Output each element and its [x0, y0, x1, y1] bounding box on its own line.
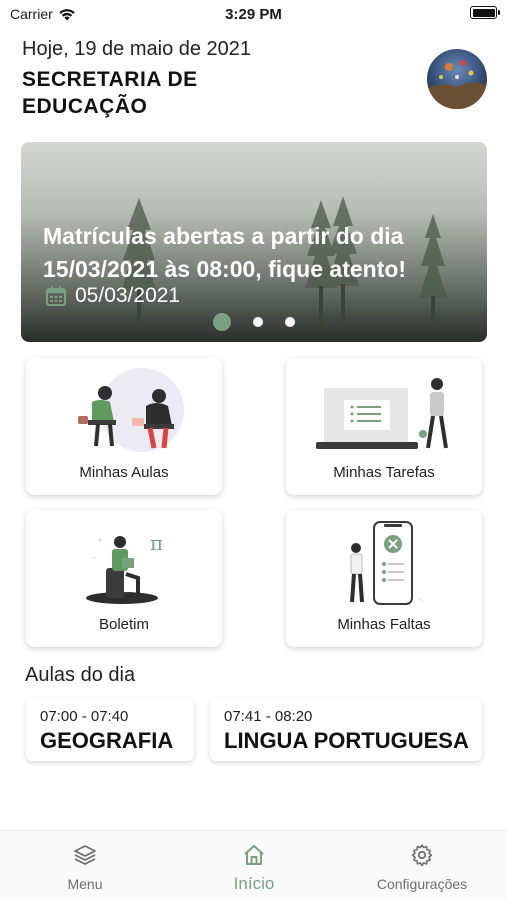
lesson-time: 07:41 - 08:20 [224, 708, 313, 725]
tab-configuracoes[interactable]: Configurações [362, 843, 482, 892]
tab-inicio[interactable]: Início [194, 843, 314, 894]
phone-check-illustration [286, 518, 482, 610]
card-minhas-tarefas[interactable]: Minhas Tarefas [286, 358, 482, 495]
avatar[interactable] [427, 49, 487, 109]
card-label: Boletim [98, 616, 150, 633]
carousel-dot-2[interactable] [253, 317, 263, 327]
lesson-subject: LINGUA PORTUGUESA [224, 728, 469, 753]
status-bar: Carrier 3:29 PM [0, 0, 507, 28]
laptop-tasks-illustration [286, 366, 482, 458]
gear-icon [411, 844, 433, 867]
card-minhas-aulas[interactable]: Minhas Aulas [26, 358, 222, 495]
lesson-subject: GEOGRAFIA [40, 728, 174, 753]
home-icon [244, 845, 264, 865]
banner-headline: Matrículas abertas a partir do dia 15/03… [43, 223, 407, 282]
tab-menu[interactable]: Menu [25, 843, 145, 892]
news-banner[interactable]: Matrículas abertas a partir do dia 15/03… [21, 142, 487, 342]
balloons-photo-icon [427, 60, 487, 109]
carousel-dot-3[interactable] [285, 317, 295, 327]
lesson-card[interactable]: 07:41 - 08:20 LINGUA PORTUGUESA [210, 698, 482, 761]
calendar-icon [46, 286, 66, 306]
page-title: SECRETARIA DE EDUCAÇÃO [22, 68, 198, 118]
reading-pi-illustration: π [26, 518, 222, 610]
lesson-time: 07:00 - 07:40 [40, 708, 129, 725]
status-time: 3:29 PM [225, 6, 282, 23]
header-date: Hoje, 19 de maio de 2021 [22, 38, 252, 60]
banner-date-label: 05/03/2021 [75, 284, 181, 307]
students-illustration [26, 366, 222, 458]
tab-label: Configurações [376, 876, 468, 892]
card-boletim[interactable]: π Boletim [26, 510, 222, 647]
lesson-card[interactable]: 07:00 - 07:40 GEOGRAFIA [26, 698, 194, 761]
battery-icon [470, 6, 500, 19]
svg-text:π: π [150, 531, 163, 555]
carousel-dot-1[interactable] [213, 313, 231, 331]
carousel-dots [21, 313, 487, 331]
tab-label: Menu [67, 876, 103, 892]
layers-icon [74, 845, 96, 865]
card-label: Minhas Tarefas [333, 464, 435, 481]
card-label: Minhas Faltas [337, 616, 431, 633]
card-label: Minhas Aulas [79, 464, 169, 481]
tab-bar: Menu Início Configurações [0, 830, 507, 900]
banner-date: 05/03/2021 [45, 284, 180, 308]
tab-label: Início [233, 874, 275, 893]
section-title-aulas: Aulas do dia [25, 664, 136, 686]
card-minhas-faltas[interactable]: Minhas Faltas [286, 510, 482, 647]
